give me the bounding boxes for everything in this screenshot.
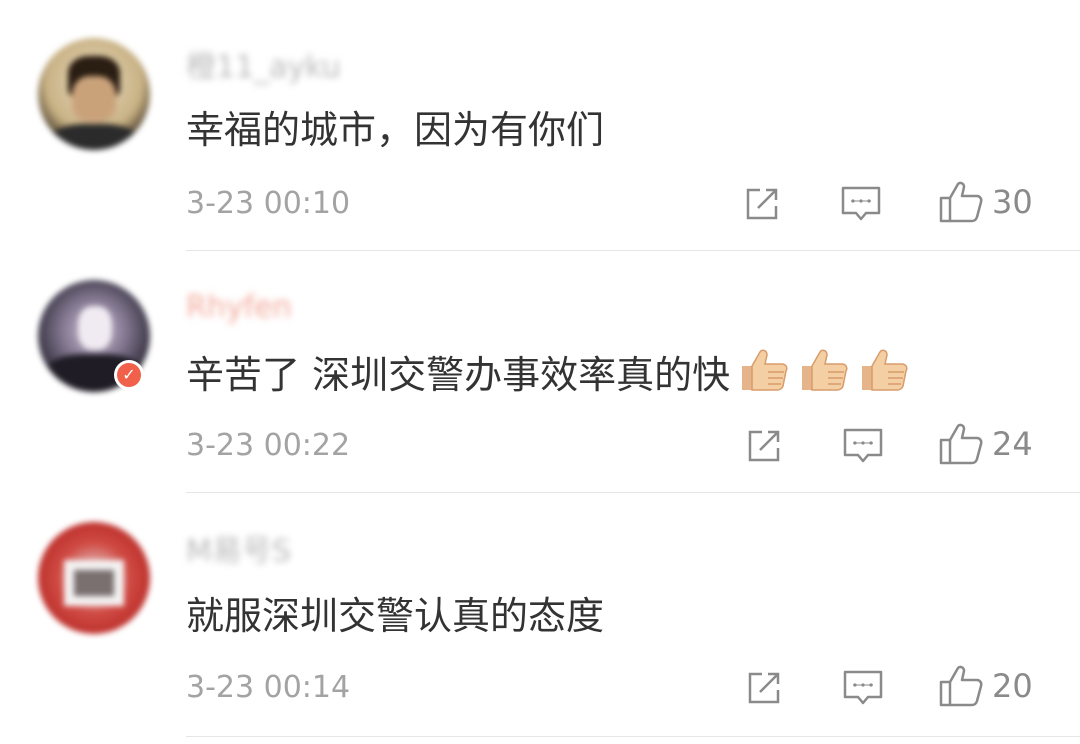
thumbs-up-emoji-icon — [798, 346, 850, 409]
thumbs-up-icon — [939, 423, 983, 465]
username[interactable]: 橙11_ayku — [186, 48, 341, 88]
thumbs-up-emoji-icon — [858, 346, 910, 409]
like-button[interactable]: 24 — [938, 422, 1033, 466]
username[interactable]: Rhyfen — [186, 288, 292, 328]
username[interactable]: M易号S — [186, 532, 291, 572]
thumbs-up-icon — [939, 181, 983, 223]
like-button[interactable]: 20 — [938, 664, 1033, 708]
like-button[interactable]: 30 — [938, 180, 1033, 224]
comment-text-body: 辛苦了 深圳交警办事效率真的快 — [186, 353, 731, 397]
avatar[interactable] — [38, 522, 150, 634]
divider — [186, 492, 1080, 493]
timestamp: 3-23 00:22 — [186, 428, 351, 463]
like-count: 20 — [992, 667, 1033, 705]
comment-text: 幸福的城市，因为有你们 — [186, 108, 605, 152]
timestamp: 3-23 00:14 — [186, 670, 351, 705]
timestamp: 3-23 00:10 — [186, 186, 351, 221]
comment-icon — [841, 186, 881, 221]
share-icon — [748, 430, 780, 462]
share-icon — [746, 188, 778, 220]
comment-icon — [843, 428, 883, 463]
reply-button[interactable] — [840, 182, 882, 226]
share-button[interactable] — [742, 182, 782, 226]
like-count: 30 — [992, 183, 1033, 221]
reply-button[interactable] — [842, 666, 884, 710]
share-button[interactable] — [744, 666, 784, 710]
share-button[interactable] — [744, 424, 784, 468]
comment-text: 就服深圳交警认真的态度 — [186, 594, 605, 638]
avatar[interactable] — [38, 38, 150, 150]
comment-icon — [843, 670, 883, 705]
share-icon — [748, 672, 780, 704]
divider — [186, 250, 1080, 251]
divider — [186, 736, 1080, 737]
reply-button[interactable] — [842, 424, 884, 468]
thumbs-up-icon — [939, 665, 983, 707]
like-count: 24 — [992, 425, 1033, 463]
comment-text: 辛苦了 深圳交警办事效率真的快 — [186, 346, 910, 402]
thumbs-up-emoji-icon — [738, 346, 790, 409]
verified-badge: ✓ — [114, 360, 144, 390]
